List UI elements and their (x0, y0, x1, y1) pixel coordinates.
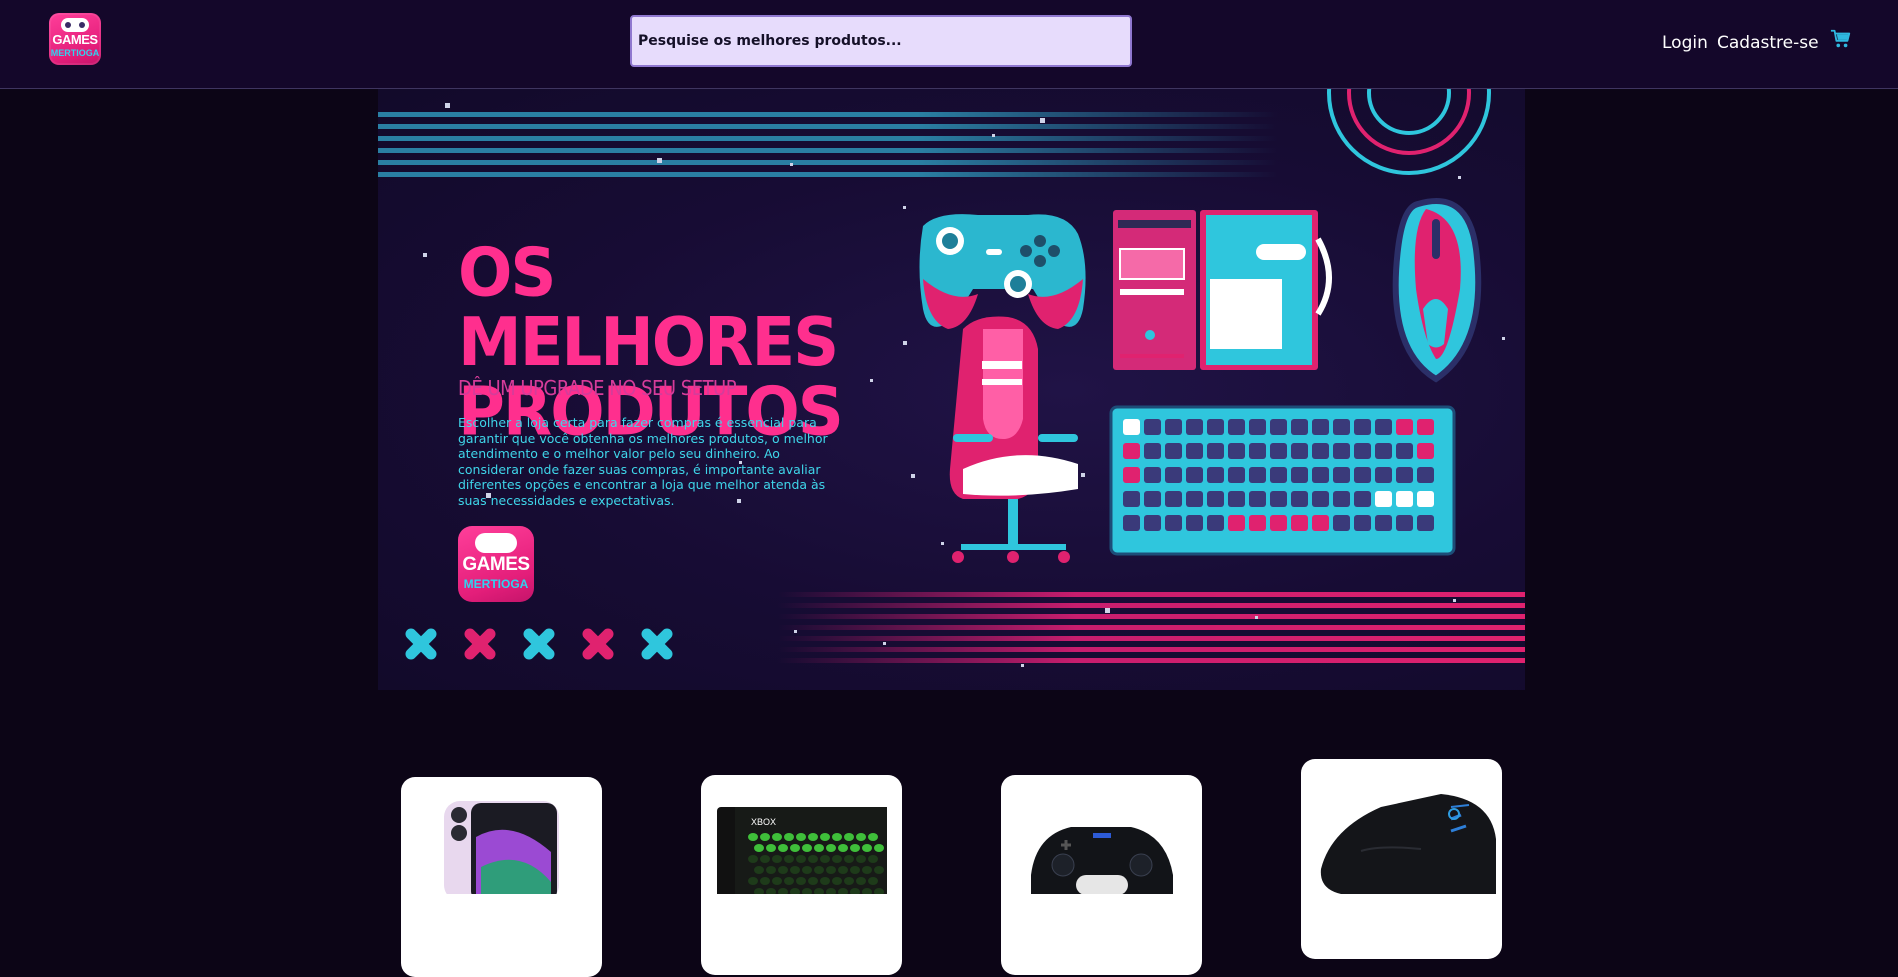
product-card[interactable] (1301, 759, 1502, 959)
logo-subtitle: MERTIOGA (50, 48, 100, 58)
gaming-chair-icon (949, 316, 1078, 563)
mouse-icon (1392, 198, 1482, 383)
shopping-cart-icon[interactable] (1830, 28, 1852, 50)
pc-tower-icon (1113, 210, 1332, 370)
product-card[interactable]: XBOX (701, 775, 902, 975)
header-bar: GAMES MERTIOGA Login Cadastre-se (0, 0, 1898, 89)
signup-link[interactable]: Cadastre-se (1717, 31, 1819, 55)
gamepad-icon (61, 18, 89, 32)
smartphone-image (444, 801, 559, 901)
svg-text:XBOX: XBOX (751, 817, 776, 827)
keyboard-icon (1109, 405, 1456, 556)
gamepad-icon (919, 214, 1086, 329)
hero-banner: OS MELHORES PRODUTOS DÊ UM UPGRADE NO SE… (378, 89, 1525, 690)
console-image: XBOX (717, 807, 887, 917)
site-logo[interactable]: GAMES MERTIOGA (49, 13, 101, 65)
controller-image (1031, 827, 1173, 895)
search-input[interactable] (630, 15, 1132, 67)
product-card[interactable] (401, 777, 602, 977)
banner-illustrations (919, 198, 1482, 563)
logo-title: GAMES (52, 32, 98, 47)
login-link[interactable]: Login (1662, 31, 1708, 55)
gaming-mouse-image (1320, 794, 1496, 894)
product-card[interactable] (1001, 775, 1202, 975)
